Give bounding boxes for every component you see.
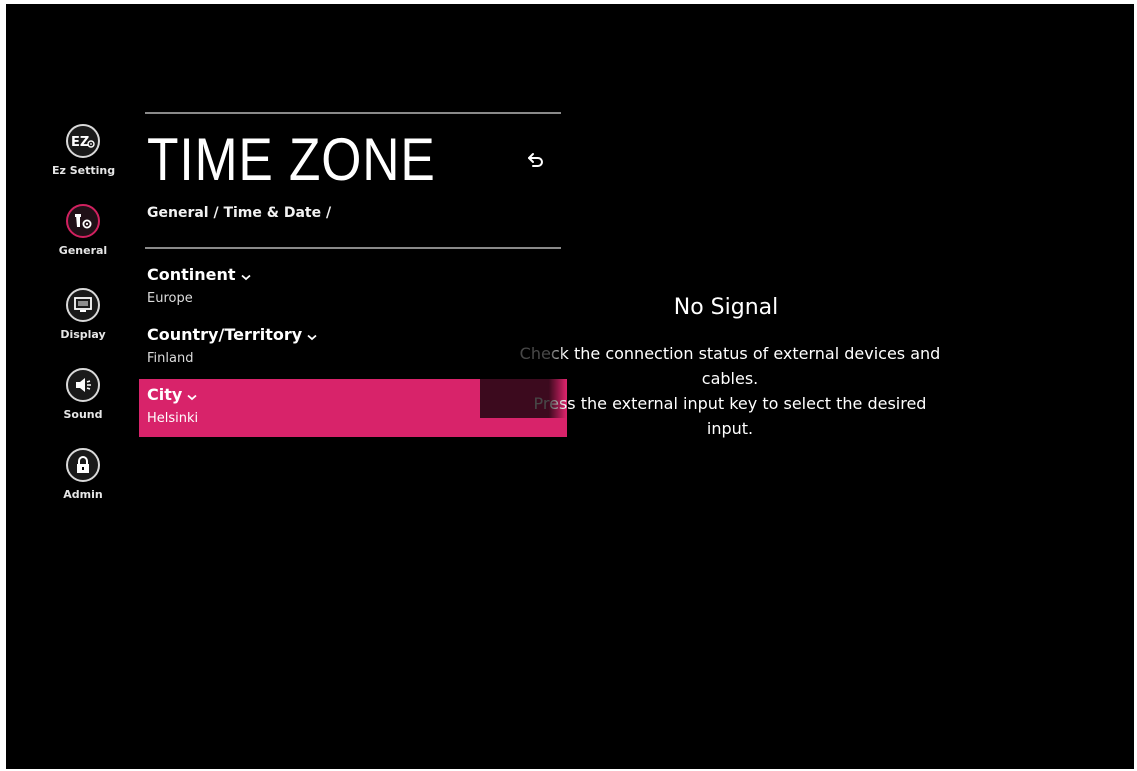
panel-header-divider (145, 247, 561, 249)
tv-display: EZ Ez Setting General Display Sound Admi… (6, 4, 1134, 769)
back-arrow-icon (528, 153, 543, 167)
sidebar-item-label: Admin (63, 488, 103, 501)
setting-value: Europe (147, 291, 193, 306)
sidebar-item-ez-setting[interactable]: EZ Ez Setting (52, 124, 116, 177)
panel-top-divider (145, 112, 561, 114)
setting-label: Continent (147, 265, 236, 284)
continent-setting[interactable]: Continent Europe (139, 259, 567, 317)
sidebar-item-label: Sound (63, 408, 103, 421)
sidebar-item-label: General (58, 244, 108, 257)
sidebar-item-label: Ez Setting (52, 164, 116, 177)
setting-label: City (147, 385, 183, 404)
message-line: Check the connection status of external … (519, 344, 941, 363)
screen: EZ Ez Setting General Display Sound Admi… (0, 0, 1137, 771)
page-title: TIME ZONE (147, 126, 436, 193)
message-line: input. (706, 419, 754, 438)
message-line: cables. (701, 369, 759, 388)
chevron-down-icon (307, 326, 317, 345)
general-settings-icon (66, 204, 100, 238)
chevron-down-icon (187, 386, 197, 405)
setting-label: Country/Territory (147, 325, 303, 344)
display-icon (66, 288, 100, 322)
sidebar-item-sound[interactable]: Sound (52, 368, 114, 421)
sidebar-item-general[interactable]: General (52, 204, 114, 257)
sidebar-item-display[interactable]: Display (52, 288, 114, 341)
lock-icon (66, 448, 100, 482)
breadcrumb: General / Time & Date / (147, 205, 332, 221)
no-signal-title: No Signal (673, 295, 779, 320)
no-signal-message: Check the connection status of external … (480, 341, 980, 441)
sidebar-item-label: Display (60, 328, 106, 341)
svg-text:EZ: EZ (71, 135, 89, 150)
chevron-down-icon (240, 266, 251, 285)
sidebar-item-admin[interactable]: Admin (52, 448, 114, 501)
message-line: Press the external input key to select t… (533, 394, 927, 413)
speaker-icon (66, 368, 100, 402)
back-button[interactable] (523, 147, 549, 173)
ez-setting-icon: EZ (66, 124, 100, 158)
